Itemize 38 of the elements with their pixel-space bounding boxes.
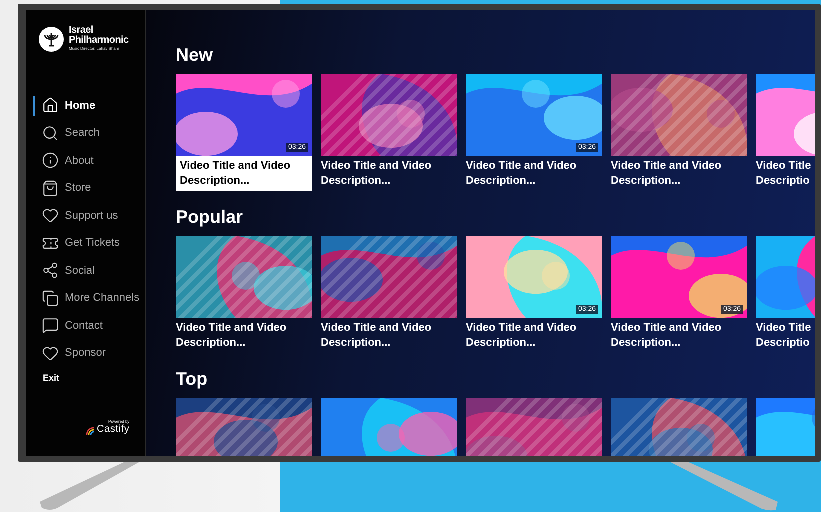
nav-item[interactable]: Get Tickets [26,230,145,257]
section-title: Popular [176,206,244,228]
share-icon [42,262,59,280]
nav-item[interactable]: Sponsor [26,340,145,367]
menorah-logo-icon [39,26,64,52]
logo-name: Philharmonic [69,36,129,46]
nav-item[interactable]: Support us [26,202,145,230]
video-caption[interactable]: Video Title Descriptio [756,156,815,191]
heart-icon [42,344,59,362]
video-caption[interactable]: Video Title and Video Description... [466,318,602,353]
shopping-bag-icon [42,180,59,197]
logo-name: Israel [69,26,94,36]
video-caption[interactable]: Video Title and Video Description... [321,156,457,191]
info-icon [42,152,59,170]
video-caption[interactable]: Video Title and Video Description... [176,318,312,353]
video-caption[interactable]: Video Title Descriptio [756,318,815,353]
search-icon [42,124,59,142]
video-caption[interactable]: Video Title and Video Description... [176,156,312,191]
copy-icon [42,290,59,307]
castify-brand: Castify [97,424,130,435]
chat-icon [42,317,59,334]
nav-item[interactable]: More Channels [26,284,145,312]
section-title: New [176,44,214,66]
castify-logo-icon [86,427,95,435]
exit-link[interactable]: Exit [43,373,60,383]
nav-item[interactable]: Search [26,120,145,147]
video-caption[interactable]: Video Title and Video Description... [611,156,747,191]
heart-icon [42,207,59,224]
nav-item[interactable]: Home [26,92,145,120]
nav-item[interactable]: Store [26,174,145,202]
nav-item[interactable]: Social [26,257,145,284]
video-caption[interactable]: Video Title and Video Description... [611,318,747,353]
video-caption[interactable]: Video Title and Video Description... [321,318,457,353]
video-caption[interactable]: Video Title and Video Description... [466,156,602,191]
section-title: Top [176,368,208,390]
nav-item[interactable]: About [26,147,145,174]
home-icon [42,97,59,114]
nav-item[interactable]: Contact [26,312,145,340]
